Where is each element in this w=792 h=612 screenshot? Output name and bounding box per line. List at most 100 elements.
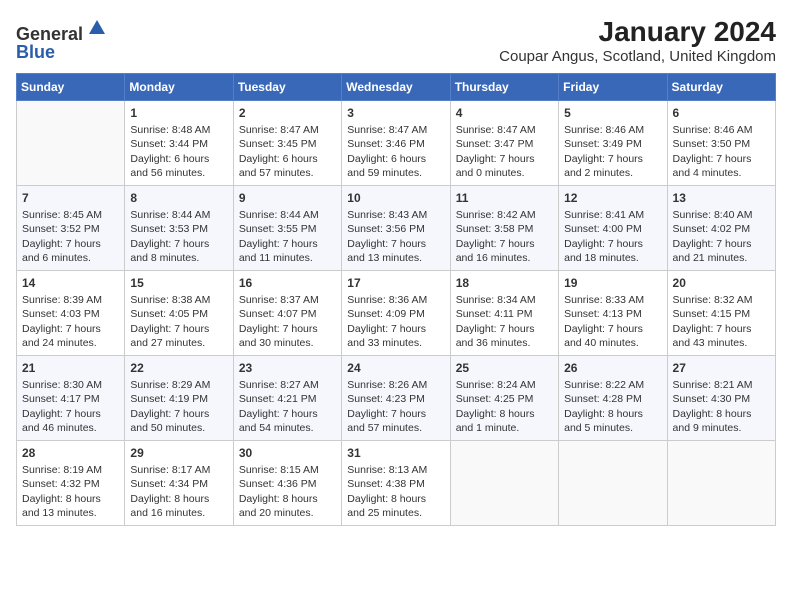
col-tuesday: Tuesday (233, 74, 341, 101)
day-info: Sunrise: 8:42 AMSunset: 3:58 PMDaylight:… (456, 208, 553, 265)
table-row: 26Sunrise: 8:22 AMSunset: 4:28 PMDayligh… (559, 356, 667, 441)
day-number: 23 (239, 360, 336, 376)
day-number: 15 (130, 275, 227, 291)
col-thursday: Thursday (450, 74, 558, 101)
table-row: 30 Sunrise: 8:15 AMSunset: 4:36 PMDayligh… (233, 441, 341, 526)
day-info: Sunrise: 8:46 AMSunset: 3:50 PMDaylight:… (673, 123, 770, 180)
table-row: 12 Sunrise: 8:41 AMSunset: 4:00 PMDayligh… (559, 186, 667, 271)
table-row: 25 Sunrise: 8:24 AMSunset: 4:25 PMDayligh… (450, 356, 558, 441)
day-info: Sunrise: 8:21 AMSunset: 4:30 PMDaylight:… (673, 378, 770, 435)
table-row: 16 Sunrise: 8:37 AMSunset: 4:07 PMDayligh… (233, 271, 341, 356)
day-number: 25 (456, 360, 553, 376)
calendar-table: Sunday Monday Tuesday Wednesday Thursday… (16, 73, 776, 526)
day-number: 11 (456, 190, 553, 206)
day-number: 20 (673, 275, 770, 291)
day-number: 16 (239, 275, 336, 291)
day-info: Sunrise: 8:24 AMSunset: 4:25 PMDaylight:… (456, 378, 553, 435)
day-info: Sunrise: 8:45 AMSunset: 3:52 PMDaylight:… (22, 208, 119, 265)
day-number: 22 (130, 360, 227, 376)
table-row: 17 Sunrise: 8:36 AMSunset: 4:09 PMDayligh… (342, 271, 450, 356)
calendar-week-row: 28Sunrise: 8:19 AMSunset: 4:32 PMDayligh… (17, 441, 776, 526)
day-info: Sunrise: 8:15 AMSunset: 4:36 PMDaylight:… (239, 463, 336, 520)
table-row: 31 Sunrise: 8:13 AMSunset: 4:38 PMDayligh… (342, 441, 450, 526)
table-row: 19 Sunrise: 8:33 AMSunset: 4:13 PMDayligh… (559, 271, 667, 356)
table-row: 1Sunrise: 8:48 AMSunset: 3:44 PMDaylight… (125, 101, 233, 186)
table-row: 14 Sunrise: 8:39 AMSunset: 4:03 PMDayligh… (17, 271, 125, 356)
day-number: 4 (456, 105, 553, 121)
col-friday: Friday (559, 74, 667, 101)
table-row: 21 Sunrise: 8:30 AMSunset: 4:17 PMDayligh… (17, 356, 125, 441)
table-row: 13 Sunrise: 8:40 AMSunset: 4:02 PMDayligh… (667, 186, 775, 271)
table-row: 10 Sunrise: 8:43 AMSunset: 3:56 PMDayligh… (342, 186, 450, 271)
day-info: Sunrise: 8:33 AMSunset: 4:13 PMDaylight:… (564, 293, 661, 350)
day-info: Sunrise: 8:47 AMSunset: 3:47 PMDaylight:… (456, 123, 553, 180)
table-row (559, 441, 667, 526)
day-info: Sunrise: 8:13 AMSunset: 4:38 PMDaylight:… (347, 463, 444, 520)
table-row (667, 441, 775, 526)
day-info: Sunrise: 8:29 AMSunset: 4:19 PMDaylight:… (130, 378, 227, 435)
day-info: Sunrise: 8:43 AMSunset: 3:56 PMDaylight:… (347, 208, 444, 265)
day-number: 13 (673, 190, 770, 206)
day-info: Sunrise: 8:36 AMSunset: 4:09 PMDaylight:… (347, 293, 444, 350)
day-info: Sunrise: 8:44 AMSunset: 3:53 PMDaylight:… (130, 208, 227, 265)
col-saturday: Saturday (667, 74, 775, 101)
day-number: 31 (347, 445, 444, 461)
day-number: 7 (22, 190, 119, 206)
table-row: 5Sunrise: 8:46 AMSunset: 3:49 PMDaylight… (559, 101, 667, 186)
day-number: 18 (456, 275, 553, 291)
day-info: Sunrise: 8:38 AMSunset: 4:05 PMDaylight:… (130, 293, 227, 350)
day-number: 30 (239, 445, 336, 461)
table-row: 15 Sunrise: 8:38 AMSunset: 4:05 PMDayligh… (125, 271, 233, 356)
table-row (450, 441, 558, 526)
table-row: 9Sunrise: 8:44 AMSunset: 3:55 PMDaylight… (233, 186, 341, 271)
table-row: 23 Sunrise: 8:27 AMSunset: 4:21 PMDayligh… (233, 356, 341, 441)
day-info: Sunrise: 8:30 AMSunset: 4:17 PMDaylight:… (22, 378, 119, 435)
day-number: 19 (564, 275, 661, 291)
day-info: Sunrise: 8:27 AMSunset: 4:21 PMDaylight:… (239, 378, 336, 435)
day-info: Sunrise: 8:41 AMSunset: 4:00 PMDaylight:… (564, 208, 661, 265)
day-info: Sunrise: 8:40 AMSunset: 4:02 PMDaylight:… (673, 208, 770, 265)
table-row: 3Sunrise: 8:47 AMSunset: 3:46 PMDaylight… (342, 101, 450, 186)
logo: General Blue (16, 16, 109, 63)
day-info: Sunrise: 8:19 AMSunset: 4:32 PMDaylight:… (22, 463, 119, 520)
calendar-week-row: 21 Sunrise: 8:30 AMSunset: 4:17 PMDayligh… (17, 356, 776, 441)
day-number: 21 (22, 360, 119, 376)
table-row: 29Sunrise: 8:17 AMSunset: 4:34 PMDayligh… (125, 441, 233, 526)
table-row: 8 Sunrise: 8:44 AMSunset: 3:53 PMDaylight… (125, 186, 233, 271)
day-info: Sunrise: 8:48 AMSunset: 3:44 PMDaylight:… (130, 123, 227, 180)
day-number: 14 (22, 275, 119, 291)
table-row (17, 101, 125, 186)
table-row: 24 Sunrise: 8:26 AMSunset: 4:23 PMDayligh… (342, 356, 450, 441)
day-info: Sunrise: 8:39 AMSunset: 4:03 PMDaylight:… (22, 293, 119, 350)
day-number: 6 (673, 105, 770, 121)
title-block: January 2024 Coupar Angus, Scotland, Uni… (499, 16, 776, 65)
table-row: 7 Sunrise: 8:45 AMSunset: 3:52 PMDaylight… (17, 186, 125, 271)
day-info: Sunrise: 8:32 AMSunset: 4:15 PMDaylight:… (673, 293, 770, 350)
col-wednesday: Wednesday (342, 74, 450, 101)
table-row: 28Sunrise: 8:19 AMSunset: 4:32 PMDayligh… (17, 441, 125, 526)
day-info: Sunrise: 8:26 AMSunset: 4:23 PMDaylight:… (347, 378, 444, 435)
day-number: 24 (347, 360, 444, 376)
day-number: 29 (130, 445, 227, 461)
day-info: Sunrise: 8:37 AMSunset: 4:07 PMDaylight:… (239, 293, 336, 350)
page-header: General Blue January 2024 Coupar Angus, … (16, 16, 776, 65)
day-number: 10 (347, 190, 444, 206)
calendar-week-row: 1Sunrise: 8:48 AMSunset: 3:44 PMDaylight… (17, 101, 776, 186)
day-info: Sunrise: 8:44 AMSunset: 3:55 PMDaylight:… (239, 208, 336, 265)
table-row: 6 Sunrise: 8:46 AMSunset: 3:50 PMDaylight… (667, 101, 775, 186)
day-number: 26 (564, 360, 661, 376)
day-number: 2 (239, 105, 336, 121)
table-row: 20 Sunrise: 8:32 AMSunset: 4:15 PMDayligh… (667, 271, 775, 356)
table-row: 27Sunrise: 8:21 AMSunset: 4:30 PMDayligh… (667, 356, 775, 441)
table-row: 4 Sunrise: 8:47 AMSunset: 3:47 PMDaylight… (450, 101, 558, 186)
day-number: 12 (564, 190, 661, 206)
calendar-week-row: 7 Sunrise: 8:45 AMSunset: 3:52 PMDaylight… (17, 186, 776, 271)
day-number: 17 (347, 275, 444, 291)
col-sunday: Sunday (17, 74, 125, 101)
col-monday: Monday (125, 74, 233, 101)
table-row: 18Sunrise: 8:34 AMSunset: 4:11 PMDayligh… (450, 271, 558, 356)
logo-icon (85, 16, 109, 40)
day-number: 8 (130, 190, 227, 206)
page-title: January 2024 (499, 16, 776, 48)
page-subtitle: Coupar Angus, Scotland, United Kingdom (499, 48, 776, 65)
